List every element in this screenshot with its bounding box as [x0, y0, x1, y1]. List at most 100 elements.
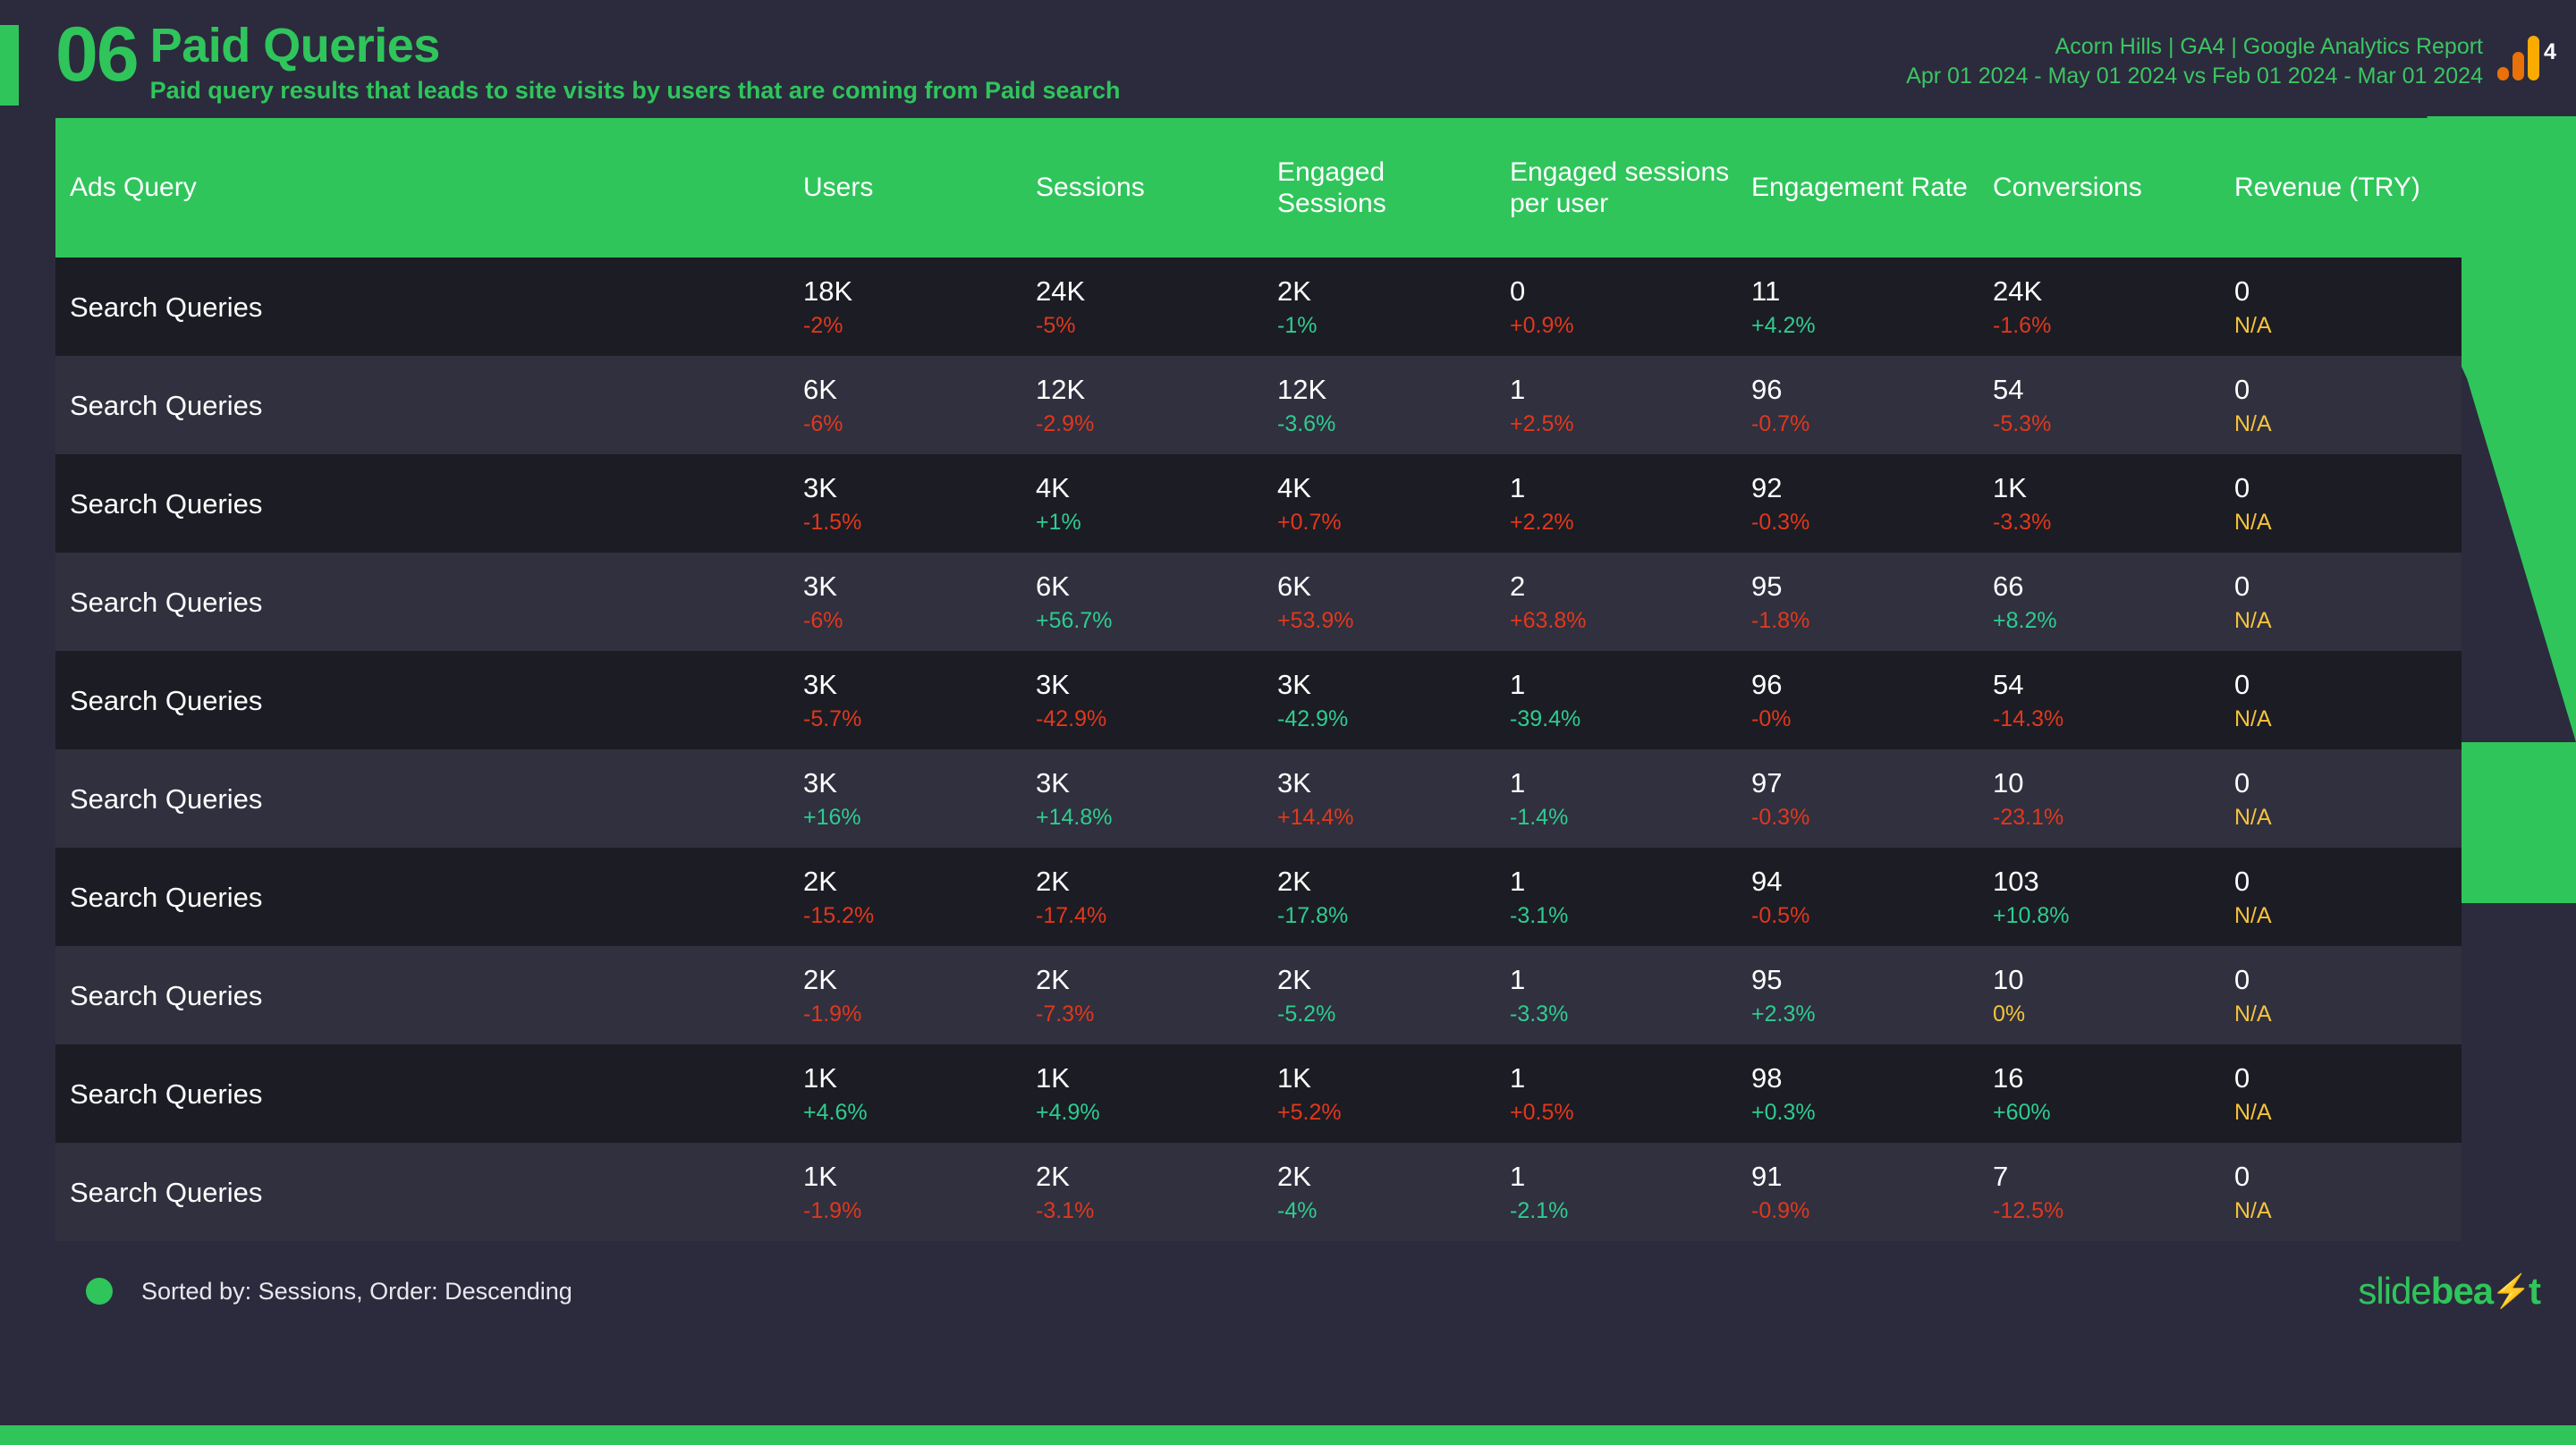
metric-delta: +4.2% [1751, 312, 1816, 338]
table-row[interactable]: Search Queries 3K -5.7% 3K -42.9% 3K -42.9% 1 -3… [55, 651, 2462, 749]
metric-value: 0 [2234, 471, 2250, 503]
bolt-icon: ⚡ [2491, 1272, 2531, 1309]
ads-query-label: Search Queries [70, 684, 263, 716]
metric-value: 0 [2234, 570, 2250, 602]
cell-engagement-rate: 96 -0.7% [1737, 356, 1979, 454]
metric-delta: +8.2% [1993, 607, 2057, 633]
cell-users: 3K -5.7% [789, 651, 1021, 749]
cell-engaged-sessions-per-user: 1 -3.1% [1496, 848, 1737, 946]
metric-value: 11 [1751, 275, 1781, 307]
metric-value: 1 [1510, 1061, 1526, 1094]
cell-ads-query: Search Queries [55, 356, 789, 454]
column-header-engagement-rate[interactable]: Engagement Rate [1737, 118, 1979, 258]
cell-ads-query: Search Queries [55, 848, 789, 946]
table-row[interactable]: Search Queries 2K -15.2% 2K -17.4% 2K -17.8% 1 -… [55, 848, 2462, 946]
table-row[interactable]: Search Queries 3K +16% 3K +14.8% 3K +14.4% 1 -1.… [55, 749, 2462, 848]
metric-value: 0 [2234, 373, 2250, 405]
table-row[interactable]: Search Queries 18K -2% 24K -5% 2K -1% 0 +0.9% 11 +… [55, 258, 2462, 356]
cell-conversions: 10 0% [1979, 946, 2220, 1044]
table-row[interactable]: Search Queries 6K -6% 12K -2.9% 12K -3.6% 1 +2.5… [55, 356, 2462, 454]
column-header-revenue[interactable]: Revenue (TRY) [2220, 118, 2462, 258]
metric-value: 2K [1036, 865, 1070, 897]
cell-revenue: 0 N/A [2220, 651, 2462, 749]
cell-engaged-sessions-per-user: 1 -2.1% [1496, 1143, 1737, 1241]
metric-value: 4K [1036, 471, 1070, 503]
column-header-ads-query[interactable]: Ads Query [55, 118, 789, 258]
cell-engagement-rate: 11 +4.2% [1737, 258, 1979, 356]
metric-value: 97 [1751, 766, 1783, 799]
ads-query-label: Search Queries [70, 881, 263, 913]
metric-delta: -5.7% [803, 706, 862, 731]
table-row[interactable]: Search Queries 3K -1.5% 4K +1% 4K +0.7% 1 +2.2% 9… [55, 454, 2462, 553]
metric-delta: +1% [1036, 509, 1081, 535]
cell-sessions: 3K -42.9% [1021, 651, 1263, 749]
metric-value: 4K [1277, 471, 1311, 503]
ads-query-label: Search Queries [70, 291, 263, 323]
metric-value: 1 [1510, 471, 1526, 503]
table-row[interactable]: Search Queries 1K -1.9% 2K -3.1% 2K -4% 1 -2.1% 9… [55, 1143, 2462, 1241]
metric-delta: -1.8% [1751, 607, 1810, 633]
table-row[interactable]: Search Queries 3K -6% 6K +56.7% 6K +53.9% 2 +63.… [55, 553, 2462, 651]
cell-sessions: 3K +14.8% [1021, 749, 1263, 848]
metric-delta: +60% [1993, 1099, 2051, 1125]
metric-delta: -0.3% [1751, 804, 1810, 830]
cell-engaged-sessions: 12K -3.6% [1263, 356, 1496, 454]
cell-users: 3K -1.5% [789, 454, 1021, 553]
metric-value: 95 [1751, 570, 1783, 602]
column-header-sessions[interactable]: Sessions [1021, 118, 1263, 258]
metric-delta: -0.3% [1751, 509, 1810, 535]
metric-delta: -14.3% [1993, 706, 2064, 731]
sort-note: Sorted by: Sessions, Order: Descending [141, 1277, 572, 1305]
metric-delta: +4.9% [1036, 1099, 1100, 1125]
cell-conversions: 1K -3.3% [1979, 454, 2220, 553]
cell-revenue: 0 N/A [2220, 258, 2462, 356]
ads-query-label: Search Queries [70, 782, 263, 815]
cell-revenue: 0 N/A [2220, 356, 2462, 454]
cell-engaged-sessions-per-user: 1 +2.2% [1496, 454, 1737, 553]
ga-bar-small [2497, 67, 2509, 80]
metric-delta: +10.8% [1993, 902, 2070, 928]
cell-engaged-sessions: 2K -5.2% [1263, 946, 1496, 1044]
cell-engagement-rate: 96 -0% [1737, 651, 1979, 749]
ads-query-label: Search Queries [70, 586, 263, 618]
metric-value: 96 [1751, 373, 1783, 405]
table-row[interactable]: Search Queries 2K -1.9% 2K -7.3% 2K -5.2% 1 -3.3… [55, 946, 2462, 1044]
metric-value: 24K [1993, 275, 2043, 307]
cell-conversions: 16 +60% [1979, 1044, 2220, 1143]
cell-ads-query: Search Queries [55, 651, 789, 749]
metric-delta: N/A [2234, 509, 2272, 535]
metric-value: 1K [1993, 471, 2027, 503]
column-header-conversions[interactable]: Conversions [1979, 118, 2220, 258]
metric-value: 94 [1751, 865, 1783, 897]
metric-value: 6K [1277, 570, 1311, 602]
report-name: Acorn Hills | GA4 | Google Analytics Rep… [2055, 34, 2483, 59]
metric-delta: +0.3% [1751, 1099, 1816, 1125]
cell-users: 6K -6% [789, 356, 1021, 454]
column-header-users[interactable]: Users [789, 118, 1021, 258]
cell-engagement-rate: 92 -0.3% [1737, 454, 1979, 553]
metric-value: 91 [1751, 1160, 1783, 1192]
column-header-engaged-sessions-per-user[interactable]: Engaged sessions per user [1496, 118, 1737, 258]
cell-engagement-rate: 97 -0.3% [1737, 749, 1979, 848]
metric-delta: +63.8% [1510, 607, 1587, 633]
metric-value: 24K [1036, 275, 1086, 307]
table-body: Search Queries 18K -2% 24K -5% 2K -1% 0 +0.9% 11 +… [55, 258, 2462, 1241]
cell-sessions: 6K +56.7% [1021, 553, 1263, 651]
cell-engaged-sessions: 3K +14.4% [1263, 749, 1496, 848]
metric-value: 1 [1510, 668, 1526, 700]
metric-delta: -23.1% [1993, 804, 2064, 830]
page-subtitle: Paid query results that leads to site vi… [149, 77, 1121, 104]
metric-delta: -42.9% [1277, 706, 1349, 731]
metric-value: 6K [803, 373, 837, 405]
metric-value: 18K [803, 275, 853, 307]
cell-engaged-sessions: 2K -17.8% [1263, 848, 1496, 946]
cell-engaged-sessions-per-user: 1 +2.5% [1496, 356, 1737, 454]
column-header-engaged-sessions[interactable]: Engaged Sessions [1263, 118, 1496, 258]
metric-delta: N/A [2234, 1197, 2272, 1223]
table-row[interactable]: Search Queries 1K +4.6% 1K +4.9% 1K +5.2% 1 +0.5… [55, 1044, 2462, 1143]
metric-delta: -3.6% [1277, 410, 1336, 436]
metric-delta: -6% [803, 607, 843, 633]
metric-delta: N/A [2234, 1099, 2272, 1125]
metric-delta: -2% [803, 312, 843, 338]
cell-engaged-sessions-per-user: 2 +63.8% [1496, 553, 1737, 651]
